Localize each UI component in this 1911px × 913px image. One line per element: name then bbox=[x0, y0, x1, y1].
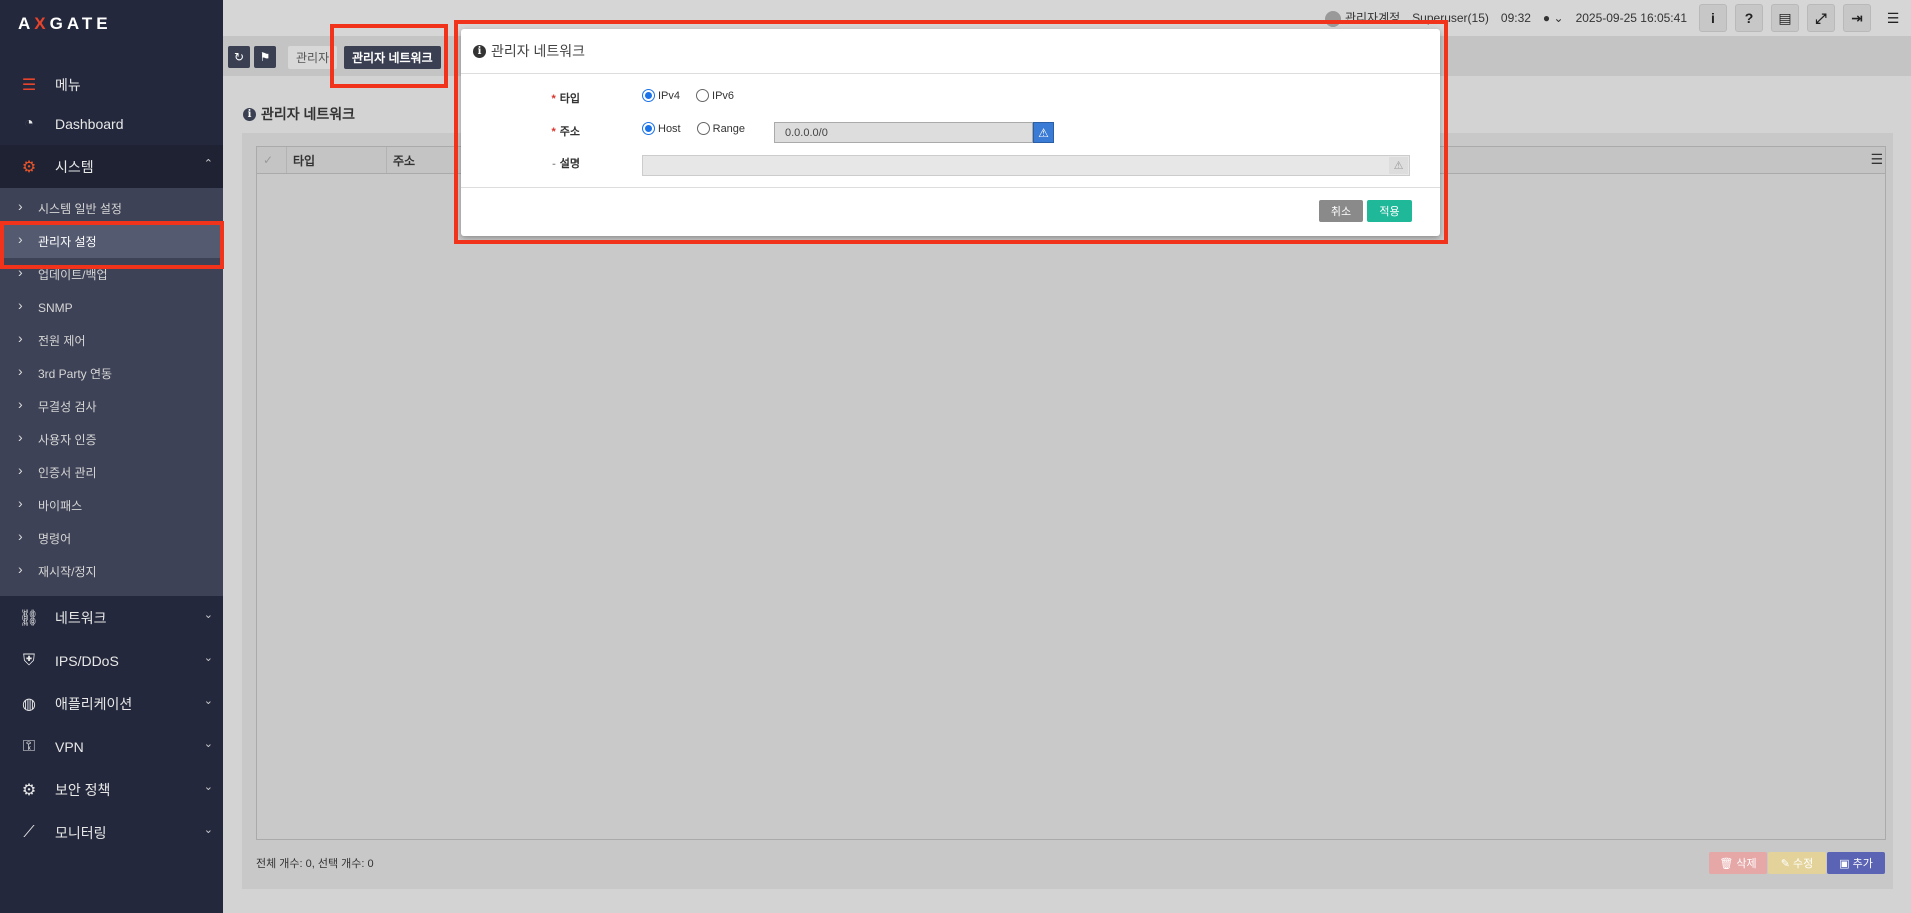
dialog-divider bbox=[461, 187, 1440, 188]
info-icon: i bbox=[243, 107, 256, 121]
hamburger-icon[interactable]: ☰ bbox=[1879, 4, 1907, 32]
sidebar-subitem[interactable]: 재시작/정지 bbox=[0, 555, 223, 588]
address-input[interactable]: 0.0.0.0/0 bbox=[774, 122, 1033, 143]
warning-icon[interactable]: ⚠ bbox=[1033, 122, 1054, 143]
datetime: 2025-09-25 16:05:41 bbox=[1575, 11, 1687, 25]
type-label: * 타입 bbox=[551, 93, 580, 105]
sidebar-item-security-policy[interactable]: ⚙ 보안 정책 ⌄ bbox=[0, 768, 223, 811]
address-range-radio[interactable]: Range bbox=[696, 122, 745, 135]
chevron-down-icon: ⌄ bbox=[203, 695, 213, 707]
type-ipv4-radio[interactable]: IPv4 bbox=[642, 89, 680, 102]
user-icon bbox=[1324, 10, 1341, 27]
sidebar-item-vpn[interactable]: ⚿ VPN ⌄ bbox=[0, 725, 223, 768]
dialog-header: i 관리자 네트워크 bbox=[461, 29, 1440, 74]
gear-icon: ⚙ bbox=[21, 158, 37, 176]
bookmark-icon[interactable]: ⚑ bbox=[254, 46, 276, 68]
sidebar-item-network[interactable]: ⛓ 네트워크 ⌄ bbox=[0, 596, 223, 639]
list-view-icon[interactable]: ▤ bbox=[1771, 4, 1799, 32]
sidebar-subitem[interactable]: 무결성 검사 bbox=[0, 390, 223, 423]
info-icon[interactable]: i bbox=[1699, 4, 1727, 32]
column-menu-icon[interactable]: ☰ bbox=[1870, 151, 1883, 168]
system-submenu: 시스템 일반 설정 관리자 설정 업데이트/백업 SNMP 전원 제어 3rd … bbox=[0, 188, 223, 596]
tab-admin-network[interactable]: 관리자 네트워크 bbox=[344, 46, 441, 69]
row-count: 전체 개수: 0, 선택 개수: 0 bbox=[256, 858, 374, 870]
sidebar-subitem[interactable]: 시스템 일반 설정 bbox=[0, 192, 223, 225]
column-header-type[interactable]: 타입 bbox=[287, 147, 387, 173]
sidebar-subitem[interactable]: 바이패스 bbox=[0, 489, 223, 522]
help-icon[interactable]: ? bbox=[1735, 4, 1763, 32]
data-grid: ✓ 타입 주소 ☰ bbox=[256, 146, 1886, 840]
admin-network-dialog: i 관리자 네트워크 * 타입 IPv4 IPv6 * 주소 Host Range … bbox=[461, 29, 1440, 236]
description-label: - 설명 bbox=[552, 158, 580, 170]
sidebar-subitem[interactable]: 3rd Party 연동 bbox=[0, 357, 223, 390]
chevron-down-icon: ⌄ bbox=[203, 781, 213, 793]
sidebar-subitem-admin-settings[interactable]: 관리자 설정 bbox=[0, 225, 223, 258]
fullscreen-icon[interactable]: ⤢ bbox=[1807, 4, 1835, 32]
sidebar-item-dashboard[interactable]: ◔ Dashboard bbox=[0, 102, 223, 145]
chevron-down-icon: ⌄ bbox=[203, 652, 213, 664]
delete-button[interactable]: 🗑 삭제 bbox=[1709, 852, 1767, 874]
account-label[interactable]: 관리자계정 bbox=[1324, 9, 1400, 27]
sidebar-subitem[interactable]: 사용자 인증 bbox=[0, 423, 223, 456]
tab-admin[interactable]: 관리자 bbox=[288, 46, 338, 69]
add-button[interactable]: ▣ 추가 bbox=[1827, 852, 1885, 874]
chevron-down-icon: ⌄ bbox=[203, 609, 213, 621]
sitemap-icon: ⛓ bbox=[18, 609, 40, 627]
globe-icon: ◍ bbox=[22, 695, 36, 713]
sidebar-item-monitoring[interactable]: ⟋ 모니터링 ⌄ bbox=[0, 811, 223, 854]
sidebar: AXGATE ☰ 메뉴 ◔ Dashboard ⚙ 시스템 ⌃ 시스템 일반 설… bbox=[0, 0, 223, 913]
list-icon: ☰ bbox=[21, 77, 37, 94]
description-input[interactable]: ⚠ bbox=[642, 155, 1410, 176]
chevron-up-icon: ⌃ bbox=[203, 158, 213, 170]
gears-icon: ⚙ bbox=[21, 781, 37, 799]
apply-button[interactable]: 적용 bbox=[1367, 200, 1412, 222]
sidebar-subitem[interactable]: SNMP bbox=[0, 291, 223, 324]
menu-header[interactable]: ☰ 메뉴 bbox=[0, 68, 223, 102]
address-host-radio[interactable]: Host bbox=[642, 122, 681, 135]
unlock-icon: ⚿ bbox=[22, 737, 36, 755]
language-select[interactable]: ● ⌄ bbox=[1543, 11, 1564, 25]
line-chart-icon: ⟋ bbox=[23, 823, 35, 841]
page-title: i 관리자 네트워크 bbox=[243, 104, 355, 124]
select-all-checkbox[interactable]: ✓ bbox=[257, 147, 287, 173]
type-ipv6-radio[interactable]: IPv6 bbox=[696, 89, 734, 102]
dashboard-icon: ◔ bbox=[24, 114, 34, 132]
sidebar-item-system[interactable]: ⚙ 시스템 ⌃ bbox=[0, 145, 223, 188]
address-label: * 주소 bbox=[551, 126, 580, 138]
sidebar-subitem[interactable]: 업데이트/백업 bbox=[0, 258, 223, 291]
sidebar-item-application[interactable]: ◍ 애플리케이션 ⌄ bbox=[0, 682, 223, 725]
chevron-down-icon: ⌄ bbox=[203, 824, 213, 836]
refresh-icon[interactable]: ↻ bbox=[228, 46, 250, 68]
session-time: 09:32 bbox=[1500, 11, 1531, 25]
sidebar-subitem[interactable]: 명령어 bbox=[0, 522, 223, 555]
sidebar-subitem[interactable]: 전원 제어 bbox=[0, 324, 223, 357]
sidebar-item-ips[interactable]: ⛨ IPS/DDoS ⌄ bbox=[0, 639, 223, 682]
info-icon: i bbox=[473, 44, 486, 58]
shield-icon: ⛨ bbox=[22, 651, 35, 669]
cancel-button[interactable]: 취소 bbox=[1319, 200, 1363, 222]
logout-icon[interactable]: ⇥ bbox=[1843, 4, 1871, 32]
sidebar-subitem[interactable]: 인증서 관리 bbox=[0, 456, 223, 489]
logo[interactable]: AXGATE bbox=[18, 14, 112, 34]
warning-icon: ⚠ bbox=[1389, 157, 1408, 174]
chevron-down-icon: ⌄ bbox=[203, 738, 213, 750]
user-name: Superuser(15) bbox=[1412, 11, 1489, 25]
edit-button[interactable]: ✎ 수정 bbox=[1768, 852, 1826, 874]
